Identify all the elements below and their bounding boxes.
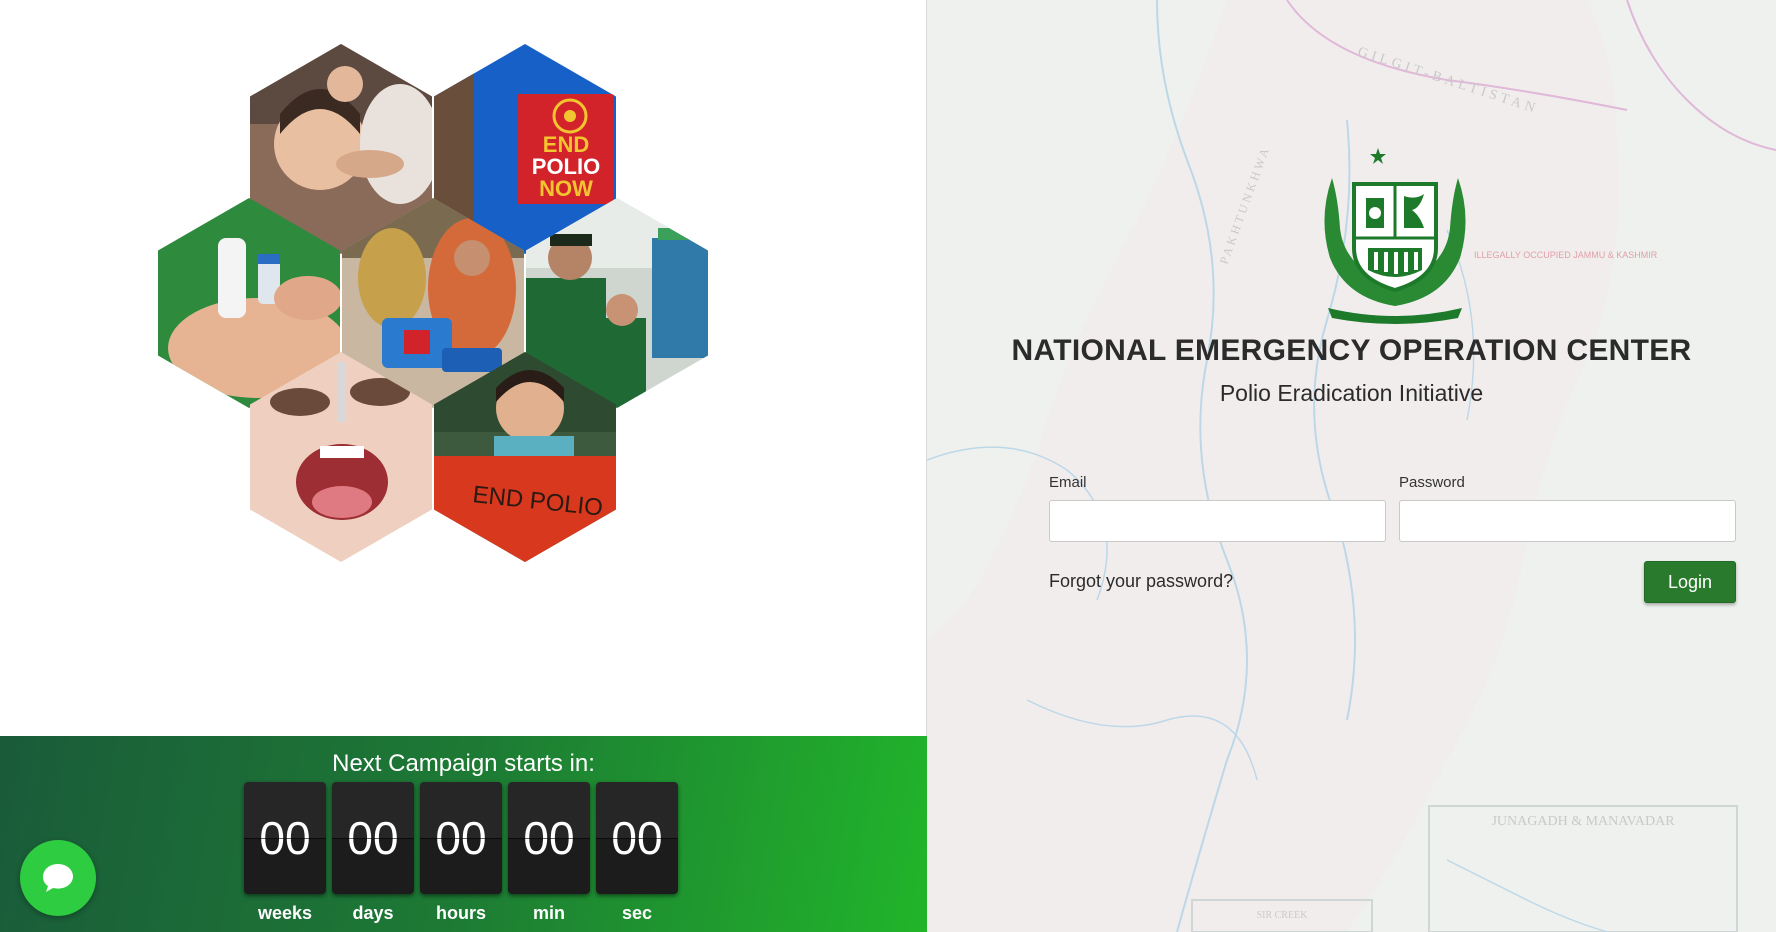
countdown-days-value: 00 (332, 782, 414, 894)
countdown-sec: 00 sec (596, 782, 678, 924)
countdown-hours: 00 hours (420, 782, 502, 924)
chat-bubble-icon (43, 864, 73, 892)
countdown-weeks-value: 00 (244, 782, 326, 894)
password-input[interactable] (1399, 500, 1736, 542)
countdown-weeks: 00 weeks (244, 782, 326, 924)
countdown-hours-label: hours (435, 903, 486, 923)
map-label-sir-creek: SIR CREEK (1257, 910, 1309, 921)
countdown-sec-value: 00 (596, 782, 678, 894)
left-panel: END POLIO NOW END POLIO Next Campaign st… (0, 0, 927, 932)
countdown-days: 00 days (332, 782, 414, 924)
countdown-weeks-label: weeks (257, 903, 313, 923)
login-button[interactable]: Login (1644, 561, 1736, 603)
polio-photo-collage: END POLIO NOW END POLIO (158, 44, 714, 562)
forgot-password-link[interactable]: Forgot your password? (1049, 571, 1233, 592)
password-label: Password (1399, 474, 1465, 491)
countdown-min: 00 min (508, 782, 590, 924)
email-label: Email (1049, 474, 1087, 491)
chat-widget-button[interactable] (20, 840, 96, 916)
countdown-timer: 00 weeks 00 days 00 hours 00 min 00 sec (244, 782, 678, 924)
login-page: END POLIO NOW END POLIO Next Campaign st… (0, 0, 1776, 932)
login-panel: GILGIT-BALTISTAN PAKHTUNKHWA ILLEGALLY O… (927, 0, 1776, 932)
countdown-min-value: 00 (508, 782, 590, 894)
organization-title: NATIONAL EMERGENCY OPERATION CENTER (1011, 334, 1692, 367)
countdown-min-label: min (532, 903, 565, 923)
email-input[interactable] (1049, 500, 1386, 542)
countdown-hours-value: 00 (420, 782, 502, 894)
collage-text-now: NOW (539, 176, 593, 201)
map-label-note: ILLEGALLY OCCUPIED JAMMU & KASHMIR (1474, 250, 1658, 260)
countdown-title: Next Campaign starts in: (332, 750, 595, 777)
countdown-days-label: days (352, 903, 394, 923)
map-label-junagadh: JUNAGADH & MANAVADAR (1491, 814, 1675, 829)
organization-subtitle: Polio Eradication Initiative (1219, 380, 1484, 406)
countdown-section: Next Campaign starts in: 00 weeks 00 day… (0, 736, 927, 932)
countdown-sec-label: sec (621, 903, 653, 923)
pakistan-emblem-icon (1324, 142, 1466, 324)
